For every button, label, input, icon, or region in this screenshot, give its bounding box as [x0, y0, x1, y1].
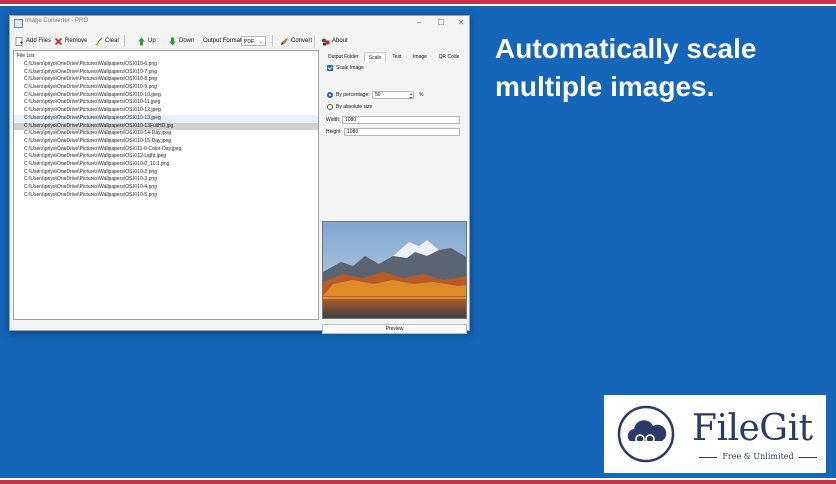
- percentage-stepper[interactable]: 50 ▴ ▾: [372, 91, 414, 99]
- close-button[interactable]: ✕: [454, 17, 468, 28]
- filegit-tagline: Free & Unlimited: [699, 452, 817, 461]
- file-list-item[interactable]: C:\Users\priyo\OneDrive\Pictures\Wallpap…: [14, 138, 318, 146]
- by-absolute-radio[interactable]: [327, 104, 333, 110]
- down-button[interactable]: Down: [168, 35, 194, 47]
- file-list-header: File List: [17, 53, 35, 59]
- settings-tabs: Output Folder Scale Text Image QR Code: [322, 52, 468, 62]
- chevron-down-icon: ⌄: [258, 39, 263, 45]
- about-label: About: [332, 38, 348, 44]
- file-list-item[interactable]: C:\Users\priyo\OneDrive\Pictures\Wallpap…: [14, 61, 318, 69]
- file-list-rows: C:\Users\priyo\OneDrive\Pictures\Wallpap…: [14, 61, 318, 199]
- percent-unit: %: [419, 92, 424, 98]
- arrow-down-icon: [168, 37, 177, 46]
- convert-button[interactable]: Convert: [280, 35, 312, 47]
- file-list-item[interactable]: C:\Users\priyo\OneDrive\Pictures\Wallpap…: [14, 99, 318, 107]
- add-file-icon: [15, 36, 24, 46]
- promo-headline: Automatically scale multiple images.: [495, 33, 757, 102]
- file-list-item[interactable]: C:\Users\priyo\OneDrive\Pictures\Wallpap…: [14, 169, 318, 177]
- by-percentage-radio[interactable]: [327, 92, 333, 98]
- width-input[interactable]: 1080: [342, 116, 460, 124]
- clear-icon: [94, 37, 103, 46]
- tab-text[interactable]: Text: [388, 52, 406, 62]
- about-button[interactable]: About: [321, 35, 348, 47]
- width-label: Width:: [326, 117, 341, 123]
- clear-label: Clear: [105, 38, 120, 44]
- tab-qr-code[interactable]: QR Code: [434, 52, 464, 62]
- file-list-item[interactable]: C:\Users\priyo\OneDrive\Pictures\Wallpap…: [14, 176, 318, 184]
- output-format-label: Output Format:: [203, 38, 244, 44]
- tab-image[interactable]: Image: [408, 52, 432, 62]
- file-list[interactable]: File List C:\Users\priyo\OneDrive\Pictur…: [13, 50, 319, 320]
- scale-panel: Scale Image By percentage: 50 ▴ ▾ % By ab…: [322, 62, 468, 202]
- add-files-button[interactable]: Add Files: [15, 35, 51, 47]
- add-files-label: Add Files: [26, 38, 52, 44]
- width-value: 1080: [345, 117, 357, 123]
- bottom-stripe: [0, 480, 836, 484]
- preview-button[interactable]: Preview: [322, 324, 467, 334]
- by-absolute-label: By absolute size: [336, 104, 373, 110]
- tab-output-folder[interactable]: Output Folder: [324, 52, 362, 62]
- app-icon: [14, 19, 23, 28]
- remove-icon: [54, 37, 63, 46]
- file-list-item[interactable]: C:\Users\priyo\OneDrive\Pictures\Wallpap…: [14, 192, 318, 200]
- file-list-item[interactable]: C:\Users\priyo\OneDrive\Pictures\Wallpap…: [14, 76, 318, 84]
- bottom-stripe-white: [0, 478, 836, 480]
- file-list-item[interactable]: C:\Users\priyo\OneDrive\Pictures\Wallpap…: [14, 130, 318, 138]
- toolbar-separator: [124, 35, 125, 47]
- arrow-up-icon: [137, 37, 146, 46]
- height-input[interactable]: 1080: [344, 128, 460, 136]
- scale-image-checkbox[interactable]: [327, 65, 333, 71]
- maximize-button[interactable]: ☐: [434, 17, 448, 28]
- up-button[interactable]: Up: [137, 35, 156, 47]
- title-bar: Image Converter - PRO – ☐ ✕: [10, 16, 469, 30]
- height-value: 1080: [347, 129, 359, 135]
- toolbar-separator: [314, 35, 315, 47]
- file-list-item[interactable]: C:\Users\priyo\OneDrive\Pictures\Wallpap…: [14, 114, 318, 123]
- file-list-item[interactable]: C:\Users\priyo\OneDrive\Pictures\Wallpap…: [14, 92, 318, 100]
- remove-label: Remove: [65, 38, 88, 44]
- tab-scale[interactable]: Scale: [364, 52, 386, 62]
- minimize-button[interactable]: –: [412, 17, 426, 28]
- clear-button[interactable]: Clear: [94, 35, 119, 47]
- output-format-select[interactable]: PDF ⌄: [241, 36, 266, 46]
- preview-image: [322, 221, 467, 319]
- file-list-item[interactable]: C:\Users\priyo\OneDrive\Pictures\Wallpap…: [14, 107, 318, 115]
- percentage-value: 50: [375, 92, 381, 98]
- file-list-item[interactable]: C:\Users\priyo\OneDrive\Pictures\Wallpap…: [14, 184, 318, 192]
- output-format-value: PDF: [244, 39, 254, 45]
- height-label: Height:: [326, 129, 342, 135]
- file-list-item[interactable]: C:\Users\priyo\OneDrive\Pictures\Wallpap…: [14, 122, 318, 131]
- filegit-logo-text: FileGit: [692, 408, 813, 449]
- mountain-landscape-image: [323, 222, 466, 318]
- app-window: Image Converter - PRO – ☐ ✕ Add Files Re…: [9, 15, 470, 334]
- by-percentage-label: By percentage:: [336, 92, 370, 98]
- file-list-item[interactable]: C:\Users\priyo\OneDrive\Pictures\Wallpap…: [14, 153, 318, 161]
- toolbar-separator: [272, 35, 273, 47]
- about-icon: [321, 37, 330, 46]
- window-title: Image Converter - PRO: [25, 18, 89, 24]
- up-label: Up: [148, 38, 156, 44]
- convert-icon: [280, 37, 289, 46]
- top-stripe-white: [0, 4, 836, 6]
- file-list-item[interactable]: C:\Users\priyo\OneDrive\Pictures\Wallpap…: [14, 69, 318, 77]
- down-label: Down: [179, 38, 195, 44]
- scale-image-label: Scale Image: [336, 65, 364, 71]
- filegit-logo: FileGit Free & Unlimited: [604, 395, 826, 473]
- file-list-item[interactable]: C:\Users\priyo\OneDrive\Pictures\Wallpap…: [14, 161, 318, 169]
- stepper-arrows-icon[interactable]: ▴ ▾: [410, 92, 412, 100]
- toolbar: Add Files Remove Clear Up Down Output Fo…: [10, 32, 469, 50]
- file-list-item[interactable]: C:\Users\priyo\OneDrive\Pictures\Wallpap…: [14, 146, 318, 154]
- convert-label: Convert: [291, 38, 313, 44]
- file-list-item[interactable]: C:\Users\priyo\OneDrive\Pictures\Wallpap…: [14, 84, 318, 92]
- remove-button[interactable]: Remove: [54, 35, 87, 47]
- filegit-logo-icon: [617, 405, 675, 463]
